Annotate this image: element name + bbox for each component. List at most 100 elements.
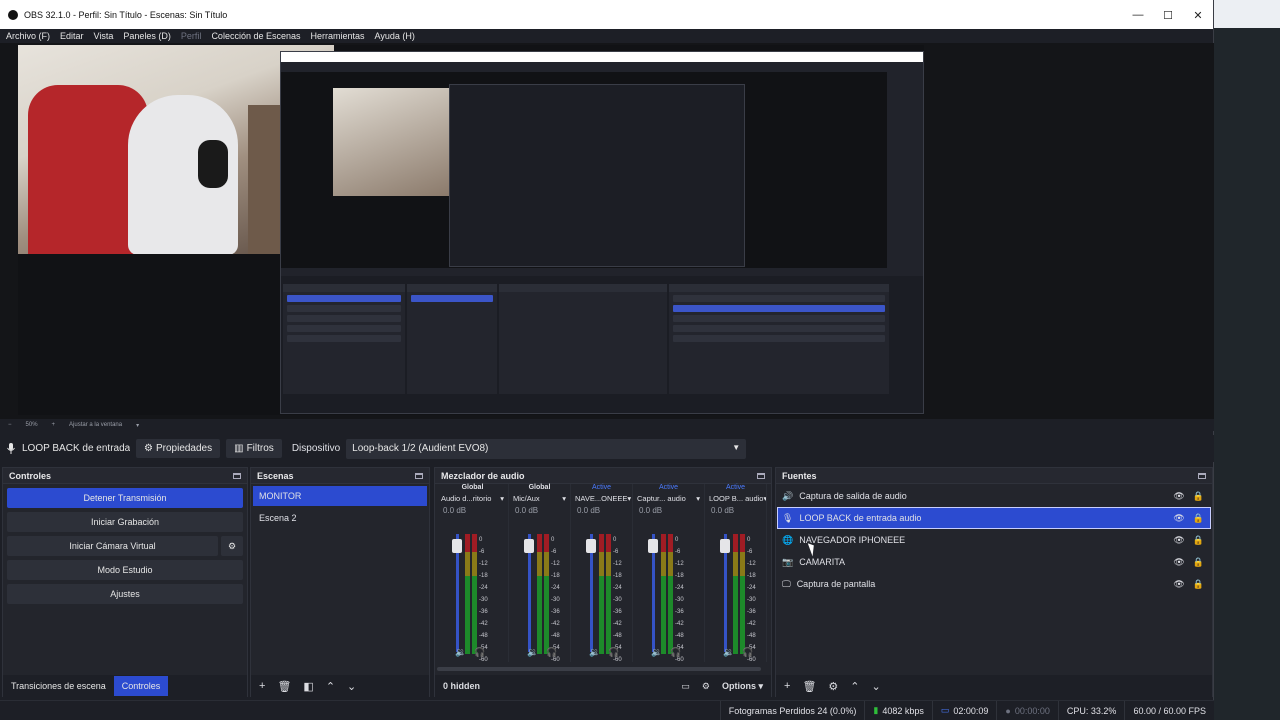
lock-icon[interactable]: 🔒 (1193, 491, 1204, 502)
filter-icon[interactable]: ◧ (303, 680, 313, 693)
menu-help[interactable]: Ayuda (H) (375, 29, 415, 43)
level-meter (537, 534, 542, 654)
channel-controls: 🔉 🎧 (651, 647, 681, 658)
menu-edit[interactable]: Editar (60, 29, 84, 43)
headphones-icon[interactable]: 🎧 (670, 647, 681, 658)
scene-item[interactable]: Escena 2 (253, 508, 427, 528)
channel-name-row: NAVE...ONEEE ▾ (571, 494, 632, 506)
title-bar: OBS 32.1.0 - Perfil: Sin Título - Escena… (0, 0, 1213, 30)
channel-db: 0.0 dB (443, 506, 467, 515)
source-item[interactable]: 🌐 NAVEGADOR IPHONEEE 👁 🔒 (778, 530, 1210, 550)
filters-button[interactable]: ▥ Filtros (226, 439, 282, 458)
arrow-down-icon[interactable]: ⌄ (347, 680, 356, 693)
settings-button[interactable]: Ajustes (7, 584, 243, 604)
fit-to-window-label[interactable]: Ajustar a la ventana (69, 422, 122, 428)
source-item[interactable]: 🔊 Captura de salida de audio 👁 🔒 (778, 486, 1210, 506)
undock-icon[interactable] (1198, 472, 1206, 479)
eye-icon[interactable]: 👁 (1173, 513, 1184, 524)
lock-icon[interactable]: 🔒 (1193, 557, 1204, 568)
volume-fader-handle[interactable] (452, 539, 462, 553)
preview-area[interactable] (0, 43, 1214, 419)
close-button[interactable]: ✕ (1183, 9, 1213, 22)
advanced-audio-icon[interactable]: ⚙ (702, 681, 710, 692)
channel-menu-icon[interactable]: ▾ (696, 494, 700, 506)
preview-canvas[interactable] (18, 45, 924, 415)
options-label: Options (721, 680, 756, 691)
device-select[interactable]: Loop-back 1/2 (Audient EVO8) ▼ (346, 438, 747, 459)
menu-profile[interactable]: Perfil (181, 29, 202, 43)
arrow-up-icon[interactable]: ⌃ (326, 680, 335, 693)
zoom-dropdown-icon[interactable]: ▾ (136, 422, 139, 429)
channel-name-row: LOOP B... audio ▾ (705, 494, 766, 506)
menu-view[interactable]: Vista (94, 29, 114, 43)
volume-fader-handle[interactable] (648, 539, 658, 553)
meter-scale-tick: -6 (675, 549, 681, 555)
mixer-channel: Active Captur... audio ▾ 0.0 dB 0 -6 -12 -18 -24… (633, 484, 705, 663)
studio-mode-button[interactable]: Modo Estudio (7, 560, 243, 580)
level-meter (544, 534, 549, 654)
lock-icon[interactable]: 🔒 (1193, 579, 1204, 590)
stop-stream-button[interactable]: Detener Transmisión (7, 488, 243, 508)
headphones-icon[interactable]: 🎧 (546, 647, 557, 658)
menu-file[interactable]: Archivo (F) (6, 29, 50, 43)
source-item[interactable]: 🖵 Captura de pantalla 👁 🔒 (778, 574, 1210, 594)
options-button[interactable]: Options ▾ (722, 681, 763, 692)
lock-icon[interactable]: 🔒 (1193, 513, 1204, 524)
volume-icon[interactable]: 🔉 (723, 647, 734, 658)
zoom-out-button[interactable]: − (8, 422, 12, 428)
zoom-in-button[interactable]: + (52, 422, 56, 428)
headphones-icon[interactable]: 🎧 (608, 647, 619, 658)
channel-menu-icon[interactable]: ▾ (627, 494, 631, 506)
headphones-icon[interactable]: 🎧 (742, 647, 753, 658)
volume-fader-handle[interactable] (524, 539, 534, 553)
meter-scale-tick: -6 (479, 549, 485, 555)
tab-controls[interactable]: Controles (113, 676, 169, 696)
virtual-cam-settings-button[interactable]: ⚙ (221, 536, 243, 556)
headphones-icon[interactable]: 🎧 (474, 647, 485, 658)
source-item[interactable]: 🎙 LOOP BACK de entrada audio 👁 🔒 (777, 507, 1211, 529)
eye-icon[interactable]: 👁 (1173, 535, 1184, 546)
tab-scene-transitions[interactable]: Transiciones de escena (3, 676, 114, 696)
start-virtual-cam-button[interactable]: Iniciar Cámara Virtual (7, 536, 218, 556)
start-recording-button[interactable]: Iniciar Grabación (7, 512, 243, 532)
volume-fader-handle[interactable] (720, 539, 730, 553)
minimize-button[interactable]: — (1123, 9, 1153, 21)
layout-icon[interactable]: ▭ (681, 681, 690, 692)
level-meter (661, 534, 666, 654)
eye-icon[interactable]: 👁 (1173, 491, 1184, 502)
channel-menu-icon[interactable]: ▾ (500, 494, 504, 506)
scene-item[interactable]: MONITOR (253, 486, 427, 506)
menu-scene-collection[interactable]: Colección de Escenas (211, 29, 300, 43)
volume-icon[interactable]: 🔉 (589, 647, 600, 658)
add-icon[interactable]: + (259, 680, 265, 692)
eye-icon[interactable]: 👁 (1173, 557, 1184, 568)
source-name: LOOP BACK de entrada audio (799, 513, 922, 523)
properties-button[interactable]: ⚙ Propiedades (136, 439, 221, 458)
gear-icon[interactable]: ⚙ (828, 680, 838, 693)
mixer-scrollbar[interactable] (437, 667, 761, 671)
arrow-down-icon[interactable]: ⌄ (872, 680, 881, 693)
level-meter (733, 534, 738, 654)
source-name: Captura de pantalla (796, 579, 876, 589)
volume-icon[interactable]: 🔉 (455, 647, 466, 658)
undock-icon[interactable] (233, 472, 241, 479)
channel-menu-icon[interactable]: ▾ (763, 494, 766, 506)
add-icon[interactable]: + (784, 680, 790, 692)
volume-icon[interactable]: 🔉 (651, 647, 662, 658)
volume-icon[interactable]: 🔉 (527, 647, 538, 658)
obs-logo-icon (8, 10, 18, 20)
undock-icon[interactable] (415, 472, 423, 479)
maximize-button[interactable]: ☐ (1153, 9, 1183, 22)
undock-icon[interactable] (757, 472, 765, 479)
trash-icon[interactable]: 🗑 (802, 680, 816, 693)
volume-fader-handle[interactable] (586, 539, 596, 553)
monitor-icon: 🖵 (782, 578, 791, 589)
menu-tools[interactable]: Herramientas (311, 29, 365, 43)
arrow-up-icon[interactable]: ⌃ (850, 680, 859, 693)
eye-icon[interactable]: 👁 (1173, 579, 1184, 590)
trash-icon[interactable]: 🗑 (277, 680, 291, 693)
lock-icon[interactable]: 🔒 (1193, 535, 1204, 546)
source-item[interactable]: 📷 CAMARITA 👁 🔒 (778, 552, 1210, 572)
channel-menu-icon[interactable]: ▾ (562, 494, 566, 506)
menu-docks[interactable]: Paneles (D) (123, 29, 171, 43)
